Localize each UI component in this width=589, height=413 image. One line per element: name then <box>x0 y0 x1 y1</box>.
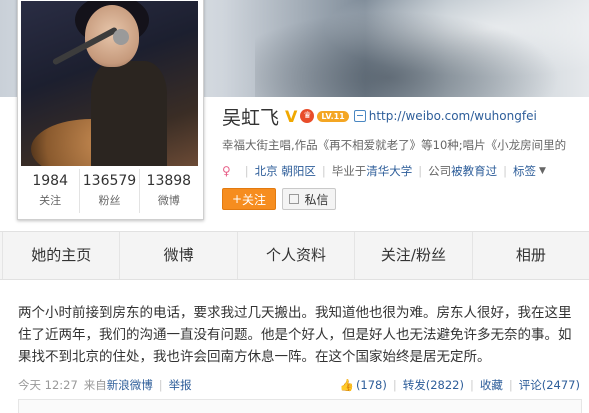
meta-divider: | <box>244 164 249 178</box>
stat-following-label[interactable]: 关注 <box>21 192 79 208</box>
level-badge[interactable]: LV.11 <box>317 110 349 122</box>
tab-weibo[interactable]: 微博 <box>120 232 238 279</box>
female-icon: ♀ <box>222 164 231 178</box>
follow-button[interactable]: + 关注 <box>222 188 276 210</box>
chevron-down-icon[interactable]: ▼ <box>539 160 546 182</box>
stat-followers-label[interactable]: 粉丝 <box>80 192 138 208</box>
tab-album[interactable]: 相册 <box>473 232 589 279</box>
meta-divider: | <box>418 164 423 178</box>
stat-followers-count[interactable]: 136579 <box>80 173 138 189</box>
stat-following[interactable]: 1984 关注 <box>21 169 81 213</box>
meta-divider: | <box>508 378 513 392</box>
tags-link[interactable]: 标签 <box>513 160 536 182</box>
name-row: 吴虹飞 V ♛ LV.11 http://weibo.com/wuhongfei <box>222 100 589 132</box>
profile-tabs: 她的主页 微博 个人资料 关注/粉丝 相册 <box>0 231 589 280</box>
profile-card: 1984 关注 136579 粉丝 13898 微博 <box>17 0 204 220</box>
post-meta: 今天 12:27 来自 新浪微博 | 举报 👍 (178) | 转发(2822)… <box>18 376 580 394</box>
meta-divider: | <box>158 378 163 392</box>
profile-url-link[interactable]: http://weibo.com/wuhongfei <box>369 109 537 123</box>
message-icon <box>289 194 300 204</box>
profile-actions: + 关注 私信 <box>222 188 589 210</box>
tab-follow-fans[interactable]: 关注/粉丝 <box>355 232 473 279</box>
comment-link[interactable]: 评论(2477) <box>519 377 580 393</box>
meta-divider: | <box>470 378 474 392</box>
company-prefix: 公司 <box>428 164 452 178</box>
thumbs-up-icon[interactable]: 👍 <box>340 378 354 392</box>
follow-label: 关注 <box>242 192 267 207</box>
meta-divider: | <box>321 164 326 178</box>
vip-crown-icon[interactable]: ♛ <box>300 109 315 123</box>
profile-info: 吴虹飞 V ♛ LV.11 http://weibo.com/wuhongfei… <box>222 100 589 210</box>
link-icon <box>353 110 366 122</box>
profile-meta: ♀ | 北京 朝阳区 | 毕业于 清华大学 | 公司 被教育过 | 标签 ▼ <box>222 160 589 182</box>
avatar[interactable] <box>21 1 198 166</box>
profile-name: 吴虹飞 <box>222 106 280 129</box>
source-prefix: 来自 <box>83 378 107 392</box>
avatar-face <box>85 5 139 67</box>
like-count-link[interactable]: (178) <box>356 378 387 392</box>
avatar-mic <box>113 29 129 45</box>
stat-following-count[interactable]: 1984 <box>21 173 79 189</box>
tab-home[interactable]: 她的主页 <box>2 232 121 279</box>
stat-posts-label[interactable]: 微博 <box>140 192 198 208</box>
school-prefix: 毕业于 <box>331 164 367 178</box>
stat-posts-count[interactable]: 13898 <box>140 173 198 189</box>
verified-badge-icon[interactable]: V <box>285 107 297 126</box>
message-button[interactable]: 私信 <box>282 188 336 210</box>
report-link[interactable]: 举报 <box>169 377 192 393</box>
repost-link[interactable]: 转发(2822) <box>403 377 464 393</box>
post-time-link[interactable]: 今天 12:27 <box>18 377 78 393</box>
source-link[interactable]: 新浪微博 <box>107 377 153 393</box>
message-label: 私信 <box>304 192 329 207</box>
favorite-link[interactable]: 收藏 <box>480 377 503 393</box>
avatar-body <box>91 61 167 166</box>
profile-description: 幸福大街主唱,作品《再不相爱就老了》等10种;唱片《小龙房间里的 <box>222 138 567 152</box>
profile-stats: 1984 关注 136579 粉丝 13898 微博 <box>21 169 198 213</box>
tab-profile-info[interactable]: 个人资料 <box>238 232 356 279</box>
plus-icon: + <box>231 192 243 206</box>
comment-box-edge <box>18 399 582 413</box>
location-link[interactable]: 北京 朝阳区 <box>255 160 316 182</box>
meta-divider: | <box>503 164 507 178</box>
company-link[interactable]: 被教育过 <box>451 160 497 182</box>
stat-posts[interactable]: 13898 微博 <box>140 169 198 213</box>
post-text: 两个小时前接到房东的电话，要求我过几天搬出。我知道他也很为难。房东人很好，我在这… <box>18 305 572 365</box>
stat-followers[interactable]: 136579 粉丝 <box>80 169 140 213</box>
meta-divider: | <box>392 378 397 392</box>
school-link[interactable]: 清华大学 <box>366 160 412 182</box>
